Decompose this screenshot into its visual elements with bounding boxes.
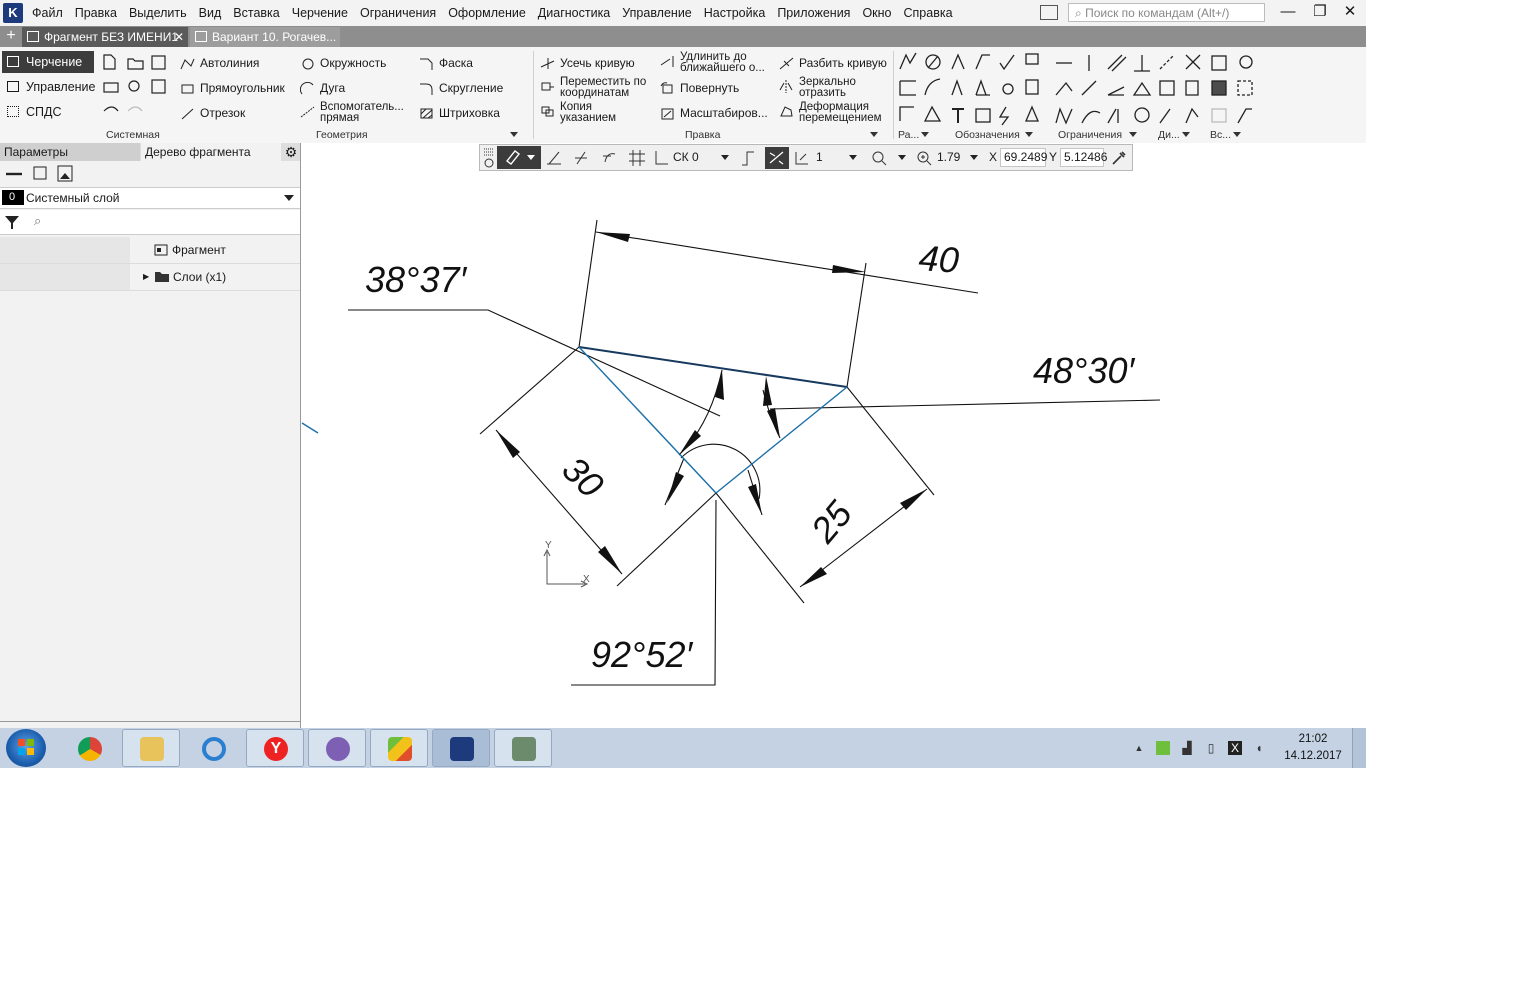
arrowhead: [596, 232, 630, 242]
cs-selector[interactable]: СК 0: [655, 149, 699, 166]
x-coordinate-field[interactable]: 69.2489: [1000, 148, 1047, 167]
arrowhead: [496, 430, 520, 458]
arrowhead: [800, 567, 827, 587]
stray-line: [301, 422, 319, 434]
dim-text-48-30[interactable]: 48°30′: [1033, 350, 1135, 391]
ortho-icon[interactable]: [547, 151, 561, 165]
chrome-icon: [78, 737, 102, 761]
clock[interactable]: 21:02 14.12.2017: [1280, 731, 1346, 765]
toolbar-settings-icon[interactable]: [482, 147, 496, 169]
chevron-down-icon[interactable]: [721, 155, 729, 160]
folder-icon: [140, 737, 164, 761]
extension-line: [846, 386, 935, 496]
taskbar-app[interactable]: [494, 729, 552, 767]
dim-text-92-52[interactable]: 92°52′: [591, 634, 693, 675]
taskbar-kompas[interactable]: [432, 729, 490, 767]
tray-app-icon[interactable]: X: [1228, 741, 1242, 755]
drawing-geometry: 38°37′ 40 48°30′ 30 25 92°52′ Y X: [301, 219, 1161, 686]
taskbar-bluestacks[interactable]: [370, 729, 428, 767]
network-icon[interactable]: ▟: [1180, 741, 1194, 755]
arrowhead: [598, 546, 622, 574]
extension-line: [578, 219, 598, 348]
y-coordinate-field[interactable]: 5.12486: [1060, 148, 1107, 167]
x-label: X: [989, 150, 998, 164]
dim-text-25[interactable]: 25: [802, 492, 860, 551]
viber-icon: [326, 737, 350, 761]
start-button[interactable]: [6, 729, 46, 767]
arrowhead: [715, 370, 724, 400]
dim-text-40[interactable]: 40: [917, 237, 960, 281]
extension-line: [479, 346, 580, 435]
taskbar-chrome[interactable]: [60, 729, 118, 767]
extension-line: [846, 262, 867, 388]
tray-device-icon[interactable]: ▯: [1204, 741, 1218, 755]
volume-icon[interactable]: ◖: [1252, 741, 1266, 755]
windows-taskbar: Y ▲ ▟ ▯ X ◖ 21:02 14.12.2017: [0, 728, 1366, 768]
taskbar-explorer[interactable]: [122, 729, 180, 767]
tray-expand-icon[interactable]: ▲: [1132, 741, 1146, 755]
taskbar-yandex[interactable]: Y: [246, 729, 304, 767]
app-icon: [512, 737, 536, 761]
snap-icons: [547, 151, 616, 165]
canvas-toolbar: СК 0 1 1.79 X 69.2489 Y 5.12486: [479, 144, 1133, 171]
snap-toggle-button[interactable]: [765, 147, 789, 169]
pipette-icon[interactable]: [1110, 149, 1128, 167]
local-cs-icon[interactable]: [603, 153, 616, 163]
taskbar-ccleaner[interactable]: [184, 729, 242, 767]
step-value[interactable]: 1: [816, 149, 823, 166]
clock-time: 21:02: [1298, 733, 1328, 745]
step-cursor-icon[interactable]: [739, 149, 757, 167]
arrowhead: [900, 489, 927, 510]
grid-icon[interactable]: [628, 149, 646, 167]
step-icon[interactable]: [793, 149, 811, 167]
axis-x-label: X: [583, 574, 590, 585]
cs-icon: [655, 151, 668, 165]
arrowhead: [767, 408, 780, 438]
arrowhead: [832, 265, 866, 273]
zoom-window-icon[interactable]: [870, 149, 888, 167]
dim-text-38-37[interactable]: 38°37′: [365, 259, 467, 300]
zoom-in-icon[interactable]: [915, 149, 933, 167]
clock-date: 14.12.2017: [1284, 750, 1342, 762]
tray-bluestacks-icon[interactable]: [1156, 741, 1170, 755]
kompas-window: K Файл Правка Выделить Вид Вставка Черче…: [0, 0, 1366, 768]
show-desktop-button[interactable]: [1352, 728, 1366, 768]
dim-text-30[interactable]: 30: [554, 448, 611, 505]
y-label: Y: [1049, 150, 1058, 164]
snap-mode-button[interactable]: [497, 146, 541, 169]
ccleaner-icon: [202, 737, 226, 761]
axis-arrows: [543, 548, 589, 588]
right-edge: [715, 386, 848, 494]
snap-toggle-icon: [769, 151, 784, 165]
bluestacks-icon: [388, 737, 412, 761]
top-edge: [578, 346, 848, 388]
arrowhead: [667, 472, 684, 503]
extension-line: [616, 492, 717, 587]
arrowhead: [763, 376, 772, 406]
magnet-icon: [506, 150, 535, 165]
axis-icon: [546, 552, 585, 585]
axis-y-label: Y: [545, 540, 552, 551]
angle-arc: [678, 369, 723, 456]
taskbar-viber[interactable]: [308, 729, 366, 767]
chevron-down-icon[interactable]: [849, 155, 857, 160]
leader-38-37: [348, 309, 721, 417]
zoom-value[interactable]: 1.79: [937, 149, 960, 166]
chevron-down-icon[interactable]: [970, 155, 978, 160]
windows-logo-icon: [18, 739, 34, 755]
kompas-icon: [450, 737, 474, 761]
yandex-icon: Y: [264, 737, 288, 761]
snap-point-icon[interactable]: [575, 151, 587, 165]
chevron-down-icon[interactable]: [898, 155, 906, 160]
